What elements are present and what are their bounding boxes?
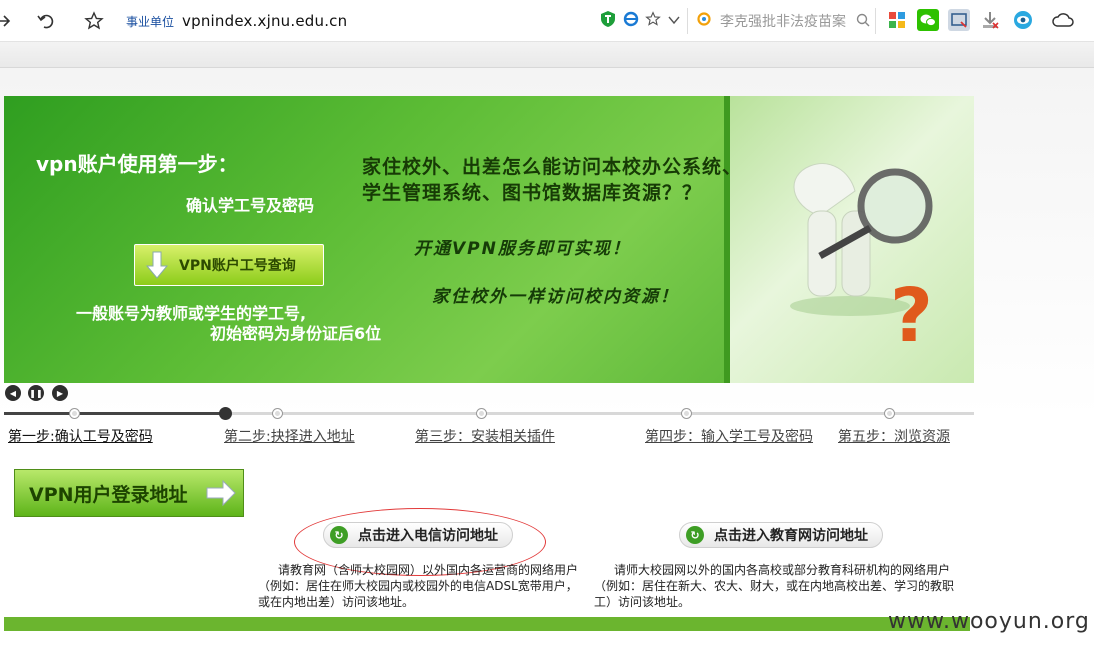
refresh-icon: ↻ bbox=[330, 526, 348, 544]
page-header-strip bbox=[0, 42, 1094, 68]
wechat-icon[interactable] bbox=[917, 9, 939, 31]
slider-dot[interactable] bbox=[682, 409, 691, 418]
shield-icon[interactable] bbox=[599, 10, 617, 32]
vpn-login-address-button[interactable]: VPN用户登录地址 bbox=[14, 469, 244, 517]
banner-question-line2: 学生管理系统、图书馆数据库资源？？ bbox=[362, 182, 703, 204]
banner-note-password: 初始密码为身份证后6位 bbox=[210, 324, 382, 343]
vpn-account-query-button[interactable]: VPN账户工号查询 bbox=[134, 244, 324, 286]
eye-extension-icon[interactable] bbox=[1012, 9, 1034, 31]
address-bar[interactable]: 事业单位 vpnindex.xjnu.edu.cn bbox=[120, 8, 688, 34]
address-tag: 事业单位 bbox=[126, 14, 175, 29]
slider-pause-button[interactable]: ❚❚ bbox=[28, 385, 44, 401]
slider-prev-button[interactable]: ◀ bbox=[5, 385, 21, 401]
edu-network-access-description: 请师大校园网以外的国内各高校或部分教育科研机构的网络用户（例如：居住在新大、农大… bbox=[594, 563, 955, 609]
telecom-access-description: 请教育网（含师大校园网）以外国内各运营商的网络用户（例如：居住在师大校园内或校园… bbox=[258, 563, 579, 609]
banner-question-line1: 家住校外、出差怎么能访问本校办公系统、 bbox=[362, 156, 743, 178]
browser-toolbar: 事业单位 vpnindex.xjnu.edu.cn 李克强批非法疫苗案 bbox=[0, 0, 1094, 42]
search-engine-icon bbox=[696, 11, 712, 31]
step-link-4[interactable]: 第四步：输入学工号及密码 bbox=[645, 426, 813, 446]
banner-subtitle: 确认学工号及密码 bbox=[186, 196, 315, 215]
search-icon[interactable] bbox=[856, 12, 870, 31]
screenshot-tool-icon[interactable] bbox=[948, 9, 970, 31]
slider-dot[interactable] bbox=[70, 409, 79, 418]
edu-network-access-label: 点击进入教育网访问地址 bbox=[714, 528, 868, 544]
download-icon[interactable] bbox=[979, 9, 1001, 31]
vpn-account-query-label: VPN账户工号查询 bbox=[179, 258, 296, 274]
slider-progress bbox=[4, 412, 226, 415]
search-box[interactable]: 李克强批非法疫苗案 bbox=[690, 8, 876, 34]
slider-dot[interactable] bbox=[477, 409, 486, 418]
edu-network-access-button[interactable]: ↻ 点击进入教育网访问地址 bbox=[679, 522, 883, 548]
undo-icon[interactable] bbox=[34, 9, 58, 33]
step-link-1[interactable]: 第一步:确认工号及密码 bbox=[8, 426, 153, 446]
svg-text:?: ? bbox=[890, 273, 933, 359]
footer-green-bar bbox=[4, 617, 970, 631]
search-input[interactable]: 李克强批非法疫苗案 bbox=[720, 11, 850, 31]
forward-icon[interactable] bbox=[0, 9, 16, 33]
right-arrow-icon bbox=[206, 479, 236, 507]
banner-headline-2: 家住校外一样访问校内资源！ bbox=[432, 287, 679, 307]
watermark-text: www.wooyun.org bbox=[888, 609, 1090, 634]
step-link-5[interactable]: 第五步：浏览资源 bbox=[838, 426, 950, 446]
refresh-icon: ↻ bbox=[686, 526, 704, 544]
vpn-banner: ? vpn账户使用第一步： 确认学工号及密码 VPN账户工号查询 一般账号为教师… bbox=[4, 96, 974, 383]
slider-dot[interactable] bbox=[273, 409, 282, 418]
step-link-3[interactable]: 第三步：安装相关插件 bbox=[415, 426, 555, 446]
telecom-access-button[interactable]: ↻ 点击进入电信访问地址 bbox=[323, 522, 513, 548]
telecom-access-label: 点击进入电信访问地址 bbox=[358, 528, 498, 544]
ie-icon[interactable] bbox=[623, 11, 639, 31]
favorite-star-icon[interactable] bbox=[82, 9, 106, 33]
banner-illustration-panel: ? bbox=[724, 96, 974, 383]
banner-title: vpn账户使用第一步： bbox=[36, 152, 238, 176]
vpn-login-label: VPN用户登录地址 bbox=[29, 483, 188, 506]
cloud-icon[interactable] bbox=[1051, 9, 1074, 31]
down-arrow-icon bbox=[143, 248, 171, 282]
apps-grid-icon[interactable] bbox=[886, 9, 908, 31]
banner-headline-1: 开通VPN服务即可实现！ bbox=[414, 239, 631, 259]
magnifier-figure-illustration: ? bbox=[790, 163, 933, 359]
bookmark-star-icon[interactable] bbox=[645, 11, 661, 31]
chevron-down-icon[interactable] bbox=[667, 12, 681, 31]
step-link-2[interactable]: 第二步:抉择进入地址 bbox=[224, 426, 355, 446]
slider-track[interactable] bbox=[4, 412, 974, 415]
slider-dot[interactable] bbox=[885, 409, 894, 418]
slider-next-button[interactable]: ▶ bbox=[52, 385, 68, 401]
address-url[interactable]: vpnindex.xjnu.edu.cn bbox=[182, 12, 347, 30]
slider-dot-active[interactable] bbox=[219, 407, 232, 420]
